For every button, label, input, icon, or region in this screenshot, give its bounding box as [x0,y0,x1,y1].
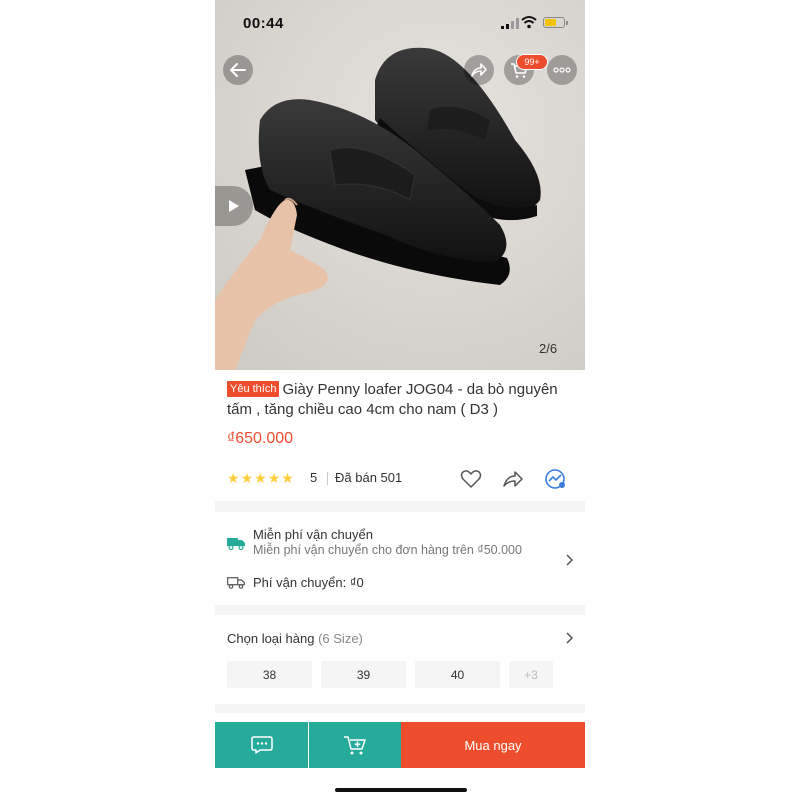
shipping-section[interactable]: Miễn phí vận chuyển Miễn phí vận chuyển … [215,512,585,605]
rating-value: 5 [310,470,318,485]
wifi-icon [521,16,537,29]
sold-count: Đã bán 501 [335,470,403,485]
shipping-truck-icon [227,577,245,589]
size-option-38[interactable]: 38 [227,661,312,688]
buy-now-button[interactable]: Mua ngay [401,722,585,768]
shipping-fee: Phí vận chuyển: ₫0 [253,575,364,590]
play-icon [229,200,239,212]
favorite-tag: Yêu thích [227,381,280,397]
product-title-block: Yêu thích Giày Penny loafer JOG04 - da bò… [227,380,575,420]
size-option-40[interactable]: 40 [415,661,500,688]
free-shipping-title: Miễn phí vận chuyển [253,527,373,542]
status-time: 00:44 [243,15,284,32]
star-icon: ★ [227,470,240,486]
messenger-icon[interactable] [544,468,566,490]
rating-row: ★ ★ ★ ★ ★ 5 Đã bán 501 [227,468,573,490]
more-button[interactable] [547,55,577,85]
share-icon [471,63,487,77]
home-indicator-area [215,768,585,800]
product-price: ₫650.000 [227,430,294,447]
arrow-left-icon [230,63,246,77]
free-shipping-truck-icon [227,538,245,550]
product-info: Yêu thích Giày Penny loafer JOG04 - da bò… [215,370,585,501]
variant-selector[interactable]: Chọn loại hàng (6 Size) 38 39 40 +3 [215,615,585,704]
cart-badge: 99+ [516,54,548,70]
star-icon: ★ [267,470,281,486]
variant-count: (6 Size) [318,631,363,646]
chevron-right-icon [566,632,574,644]
heart-icon[interactable] [460,468,482,490]
add-to-cart-icon [344,736,366,755]
share-icon[interactable] [502,468,524,490]
battery-icon [543,17,568,28]
more-dots-icon [553,67,571,73]
chat-button[interactable] [215,722,308,768]
signal-icon [501,18,519,29]
variant-label: Chọn loại hàng [227,631,315,646]
star-icon: ★ [281,470,294,486]
star-icon: ★ [254,470,267,486]
chat-icon [250,736,273,754]
image-counter: 2/6 [539,341,558,356]
back-button[interactable] [223,55,253,85]
more-sizes-option[interactable]: +3 [509,661,553,688]
section-divider [215,713,585,722]
chevron-right-icon [566,554,574,566]
phone-screen: 00:44 99+ 2/6 Yêu thích Giày Penny loafe… [215,0,585,800]
divider [327,472,328,485]
status-bar: 00:44 [215,0,585,42]
share-button[interactable] [464,55,494,85]
rating-stars: ★ ★ ★ ★ ★ [227,470,294,486]
star-icon: ★ [240,470,254,486]
variant-title: Chọn loại hàng (6 Size) [227,631,363,646]
home-indicator[interactable] [335,788,467,792]
product-image-gallery[interactable]: 00:44 99+ 2/6 [215,0,585,370]
size-option-39[interactable]: 39 [321,661,406,688]
free-shipping-subtitle: Miễn phí vận chuyển cho đơn hàng trên ₫5… [253,543,522,557]
add-to-cart-button[interactable] [309,722,401,768]
bottom-action-bar: Mua ngay [215,722,585,768]
